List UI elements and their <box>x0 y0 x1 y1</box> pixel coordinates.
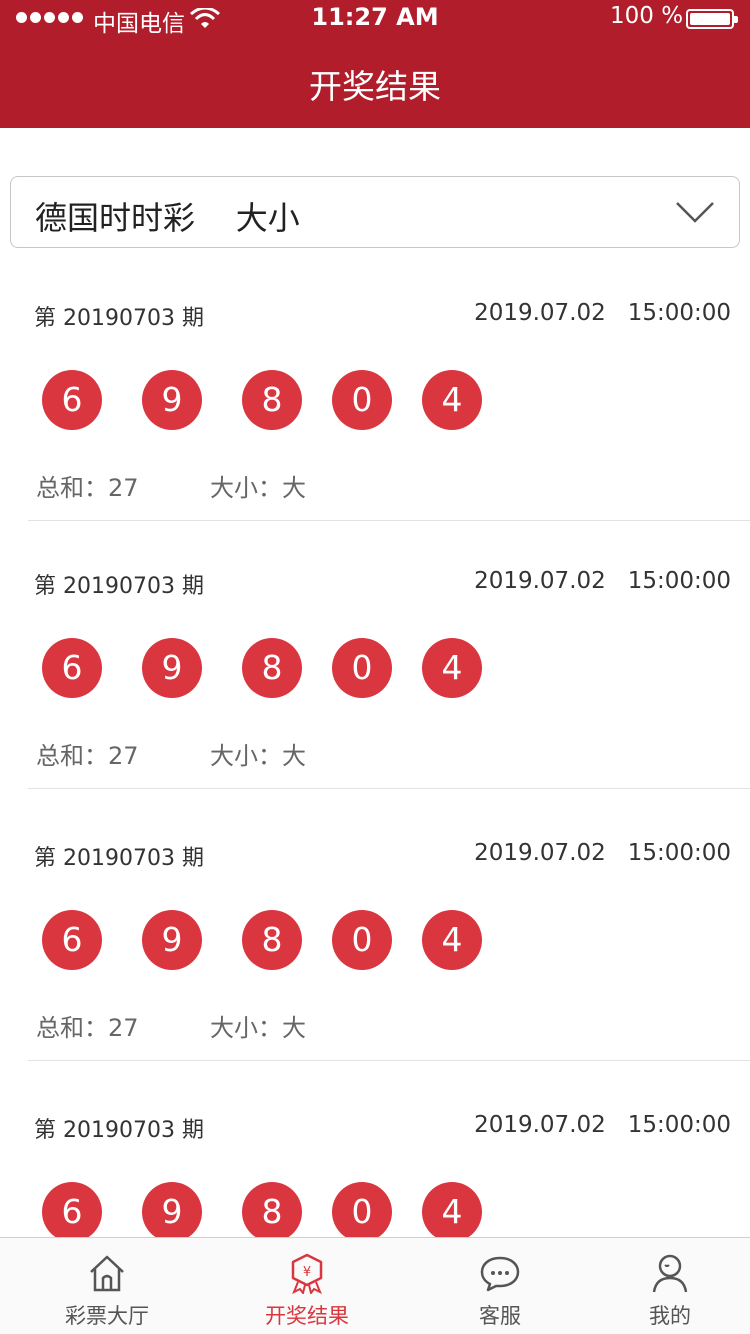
number-ball: 9 <box>142 1182 202 1242</box>
draw-issue-number: 第 20190703 期 <box>34 1118 204 1143</box>
winning-numbers: 69804 <box>0 370 750 432</box>
draw-issue-number: 第 20190703 期 <box>34 574 204 599</box>
number-ball: 8 <box>242 1182 302 1242</box>
divider <box>28 1060 750 1061</box>
status-bar: 中国电信 11:27 AM 100 % <box>0 0 750 40</box>
number-ball: 9 <box>142 638 202 698</box>
draw-datetime: 2019.07.02 15:00:00 <box>474 1112 731 1138</box>
svg-text:¥: ¥ <box>303 1265 311 1280</box>
bottom-tab-bar: 彩票大厅 ¥ 开奖结果 客服 我的 <box>0 1237 750 1334</box>
divider <box>28 788 750 789</box>
sum-total: 总和：27 <box>36 1014 139 1042</box>
number-ball: 6 <box>42 370 102 430</box>
battery-icon <box>686 9 738 29</box>
app-header: 中国电信 11:27 AM 100 % 开奖结果 <box>0 0 750 128</box>
tab-mine[interactable]: 我的 <box>590 1238 750 1334</box>
winning-numbers: 69804 <box>0 910 750 972</box>
number-ball: 0 <box>332 638 392 698</box>
number-ball: 6 <box>42 1182 102 1242</box>
divider <box>28 520 750 521</box>
tab-label: 客服 <box>479 1304 521 1328</box>
number-ball: 8 <box>242 910 302 970</box>
number-ball: 8 <box>242 638 302 698</box>
number-ball: 0 <box>332 1182 392 1242</box>
tab-customer-service[interactable]: 客服 <box>420 1238 580 1334</box>
battery-percent: 100 % <box>610 3 684 29</box>
size-result: 大小：大 <box>210 1014 306 1042</box>
size-result: 大小：大 <box>210 742 306 770</box>
tab-label: 彩票大厅 <box>65 1304 149 1328</box>
number-ball: 8 <box>242 370 302 430</box>
draw-datetime: 2019.07.02 15:00:00 <box>474 300 731 326</box>
draw-issue-number: 第 20190703 期 <box>34 306 204 331</box>
chevron-down-icon <box>676 202 714 223</box>
number-ball: 4 <box>422 910 482 970</box>
number-ball: 4 <box>422 638 482 698</box>
number-ball: 0 <box>332 370 392 430</box>
sum-total: 总和：27 <box>36 742 139 770</box>
lottery-result-icon: ¥ <box>291 1253 323 1294</box>
number-ball: 9 <box>142 370 202 430</box>
winning-numbers: 69804 <box>0 638 750 700</box>
user-profile-icon <box>652 1254 688 1293</box>
sum-total: 总和：27 <box>36 474 139 502</box>
number-ball: 4 <box>422 370 482 430</box>
draw-datetime: 2019.07.02 15:00:00 <box>474 568 731 594</box>
lottery-type-dropdown[interactable]: 德国时时彩 大小 <box>10 176 740 248</box>
dropdown-selected-value: 德国时时彩 大小 <box>35 199 300 237</box>
home-icon <box>90 1255 124 1292</box>
size-result: 大小：大 <box>210 474 306 502</box>
number-ball: 4 <box>422 1182 482 1242</box>
draw-issue-number: 第 20190703 期 <box>34 846 204 871</box>
tab-draw-results[interactable]: ¥ 开奖结果 <box>227 1238 387 1334</box>
tab-lottery-hall[interactable]: 彩票大厅 <box>27 1238 187 1334</box>
number-ball: 0 <box>332 910 392 970</box>
tab-label: 我的 <box>649 1304 691 1328</box>
tab-label: 开奖结果 <box>265 1304 349 1328</box>
chat-bubble-icon <box>480 1256 520 1292</box>
number-ball: 9 <box>142 910 202 970</box>
number-ball: 6 <box>42 638 102 698</box>
page-title: 开奖结果 <box>309 67 441 106</box>
draw-datetime: 2019.07.02 15:00:00 <box>474 840 731 866</box>
number-ball: 6 <box>42 910 102 970</box>
winning-numbers: 69804 <box>0 1182 750 1244</box>
